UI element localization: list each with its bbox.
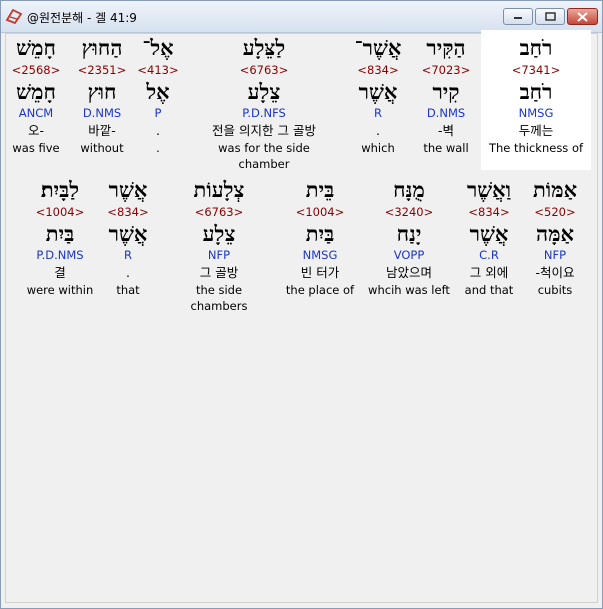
hebrew-word: לַבָּיִת׃	[40, 177, 80, 202]
hebrew-root: בַּיִת	[45, 221, 75, 246]
word-column[interactable]: צְלָעוֹת <6763> צֵלָע NFP 그 골방 the side chamb…	[167, 176, 271, 313]
part-of-speech: ANCM	[18, 106, 54, 120]
part-of-speech: P.D.NFS	[242, 106, 286, 120]
korean-gloss: 오-	[27, 123, 44, 138]
korean-gloss: .	[376, 123, 380, 138]
word-column[interactable]: אֲשֶׁר־ <834> אֲשֶׁר R. which	[326, 34, 430, 156]
word-column[interactable]: רֹחַב <7341> רֹחַב NMSG 두께는 The thickness of	[484, 34, 588, 156]
part-of-speech: NFP	[207, 248, 231, 262]
hebrew-root: בַּיִת	[305, 221, 335, 246]
maximize-button[interactable]	[535, 8, 565, 25]
title-bar[interactable]: @원전분해 - 겔 41:9	[1, 1, 602, 33]
hebrew-word: חָמֵשׁ	[16, 35, 56, 60]
minimize-button[interactable]	[503, 8, 533, 25]
part-of-speech: NMSG	[518, 106, 554, 120]
maximize-icon	[544, 12, 556, 21]
hebrew-word: לַצֵּלָע	[242, 35, 286, 60]
hebrew-root: צֵלָע	[247, 79, 281, 104]
part-of-speech: R	[374, 106, 382, 120]
strong-number[interactable]: <3240>	[357, 204, 461, 221]
hebrew-root: אֲשֶׁר	[358, 79, 398, 104]
word-column[interactable]: מֻנָּח <3240> יָנַח VOPP 남았으며 whcih was left	[357, 176, 461, 298]
korean-gloss: 결	[54, 265, 66, 280]
window-title: @원전분해 - 겔 41:9	[27, 11, 137, 25]
part-of-speech: NMSG	[302, 248, 338, 262]
close-button[interactable]	[567, 8, 598, 25]
hebrew-word: רֹחַב	[519, 35, 553, 60]
part-of-speech: P.D.NMS	[36, 248, 84, 262]
english-gloss: was five	[12, 141, 60, 155]
english-gloss: the place of	[285, 283, 355, 297]
hebrew-root: חָמֵשׁ	[16, 79, 56, 104]
hebrew-word: מֻנָּח	[393, 177, 425, 202]
word-column[interactable]: לַצֵּלָע <6763> צֵלָע P.D.NFS 전을 의지한 그 골방 was…	[212, 34, 316, 171]
minimize-icon	[514, 16, 522, 19]
app-window: @원전분해 - 겔 41:9 רֹחַב <7341> רֹחַב NMSG 두께는 Th…	[0, 0, 603, 609]
strong-number[interactable]: <2568>	[1, 62, 88, 79]
strong-number[interactable]: <834>	[326, 62, 430, 79]
hebrew-root: צֵלָע	[202, 221, 236, 246]
word-column[interactable]: לַבָּיִת׃ <1004> בַּיִת P.D.NMS 결 were within	[8, 176, 112, 298]
strong-number[interactable]: <1004>	[268, 204, 372, 221]
english-gloss: which	[361, 141, 395, 155]
hebrew-word: צְלָעוֹת	[193, 177, 245, 202]
english-gloss: were within	[26, 283, 94, 297]
word-column[interactable]: חָמֵשׁ <2568> חָמֵשׁ ANCM 오-was five	[1, 34, 88, 156]
strong-number[interactable]: <6763>	[212, 62, 316, 79]
korean-gloss: 전을 의지한 그 골방	[212, 123, 316, 138]
hebrew-word: בֵּית	[305, 177, 335, 202]
english-gloss: was for the side chamber	[218, 141, 310, 171]
hebrew-word: אֲשֶׁר־	[354, 35, 402, 60]
korean-gloss: 그 골방	[199, 265, 239, 280]
korean-gloss: 두께는	[518, 123, 554, 138]
hebrew-root: רֹחַב	[519, 79, 553, 104]
word-column[interactable]: בֵּית <1004> בַּיִת NMSG 빈 터가 the place of	[268, 176, 372, 298]
analysis-panel: רֹחַב <7341> רֹחַב NMSG 두께는 The thickness of ה…	[5, 30, 598, 603]
app-logo-icon	[5, 8, 23, 24]
strong-number[interactable]: <6763>	[167, 204, 271, 221]
korean-gloss: 남았으며	[385, 265, 432, 280]
close-icon	[577, 11, 588, 22]
korean-gloss: 빈 터가	[300, 265, 340, 280]
strong-number[interactable]: <7341>	[484, 62, 588, 79]
english-gloss: The thickness of	[488, 141, 584, 155]
english-gloss: the side chambers	[190, 283, 248, 313]
english-gloss: whcih was left	[368, 283, 450, 297]
part-of-speech: VOPP	[393, 248, 425, 262]
strong-number[interactable]: <1004>	[8, 204, 112, 221]
hebrew-root: יָנַח	[396, 221, 422, 246]
